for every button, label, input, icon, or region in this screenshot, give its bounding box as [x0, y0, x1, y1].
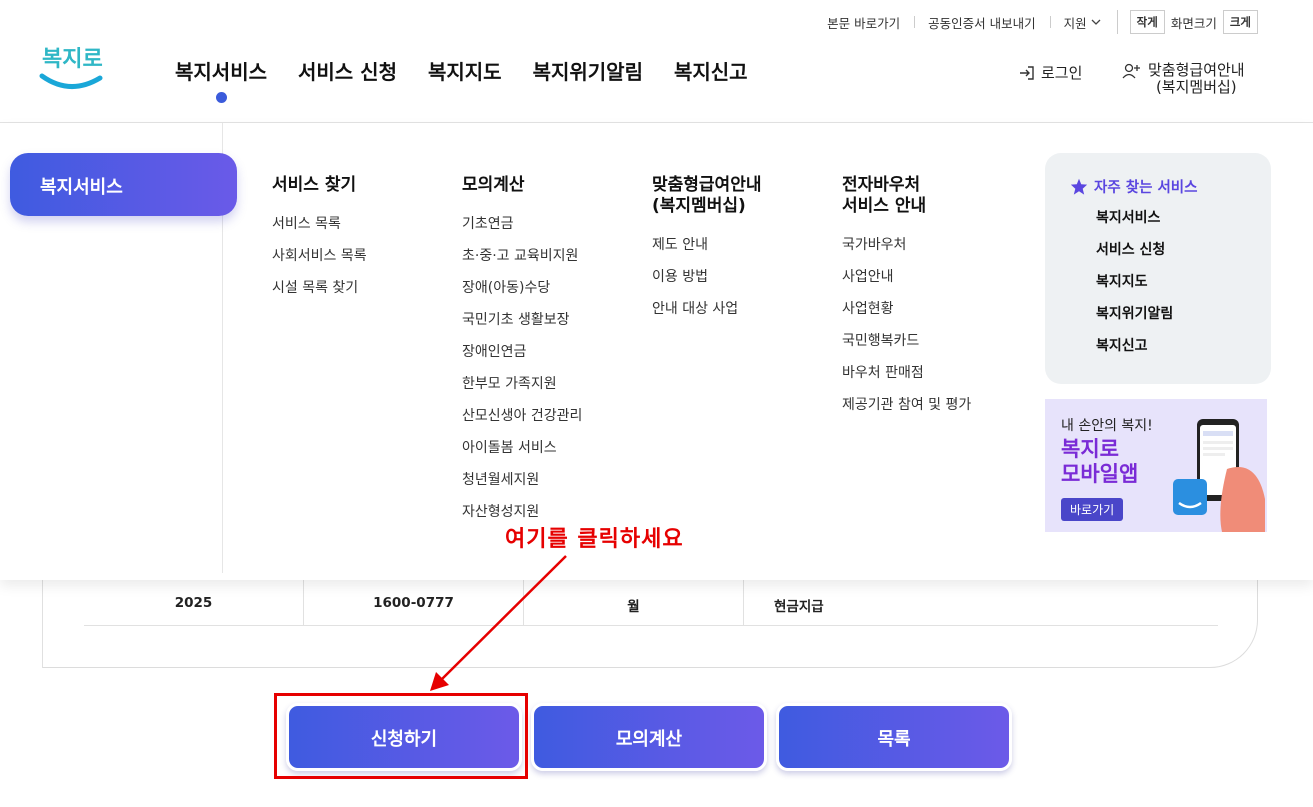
annotation-arrow: [430, 555, 567, 691]
annotation-highlight-box: [274, 693, 528, 779]
